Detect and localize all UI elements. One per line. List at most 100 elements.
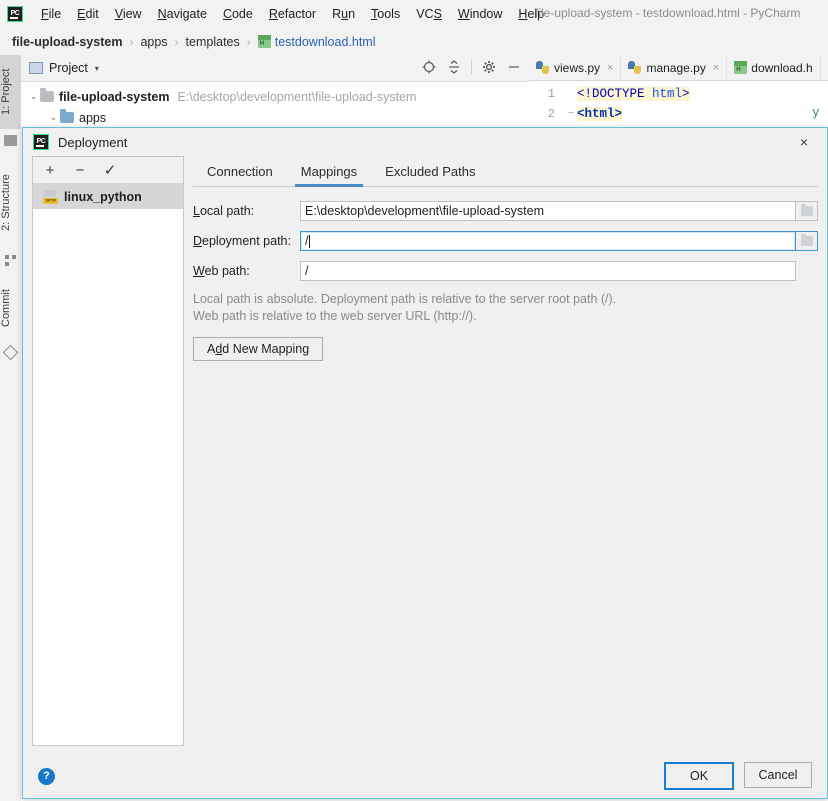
close-icon[interactable]: ×: [795, 133, 813, 151]
pycharm-logo-icon: PC: [7, 6, 23, 22]
deployment-path-input[interactable]: /: [300, 231, 796, 251]
list-item-server[interactable]: linux_python: [33, 184, 183, 209]
server-name-label: linux_python: [64, 189, 142, 204]
deployment-path-browse-button[interactable]: [796, 231, 818, 251]
menu-item-navigate[interactable]: Navigate: [150, 4, 215, 24]
line-number: 1: [547, 87, 555, 101]
local-path-label: Local path:: [193, 204, 255, 218]
use-as-default-button[interactable]: ✓: [103, 163, 117, 178]
project-panel-header: Project ▾: [21, 55, 529, 82]
toolbar-divider: [471, 60, 472, 74]
code-line: 1 <!DOCTYPE html>: [529, 84, 828, 104]
menu-item-tools[interactable]: Tools: [363, 4, 408, 24]
tab-label: views.py: [554, 60, 601, 75]
tree-node-apps[interactable]: ⌄ apps: [21, 107, 529, 128]
folder-icon: [40, 88, 54, 102]
hint-line-2: Web path is relative to the web server U…: [193, 309, 477, 323]
tool-window-rail: 1: Project 2: Structure Commit: [0, 55, 22, 801]
breadcrumb-folder-apps[interactable]: apps: [140, 35, 167, 49]
rail-label-commit: Commit: [0, 289, 12, 327]
window-title: file-upload-system - testdownload.html -…: [535, 6, 801, 20]
tab-download-html[interactable]: download.h: [727, 55, 821, 80]
cancel-button[interactable]: Cancel: [744, 762, 812, 788]
mappings-form: Local path: E:\desktop\development\file-…: [193, 187, 818, 361]
project-tree: ⌄ file-upload-system E:\desktop\developm…: [21, 82, 529, 128]
folder-browse-icon: [800, 204, 813, 216]
dialog-title-bar: PC Deployment ×: [23, 128, 827, 156]
line-number: 2: [547, 107, 555, 121]
web-path-value: /: [305, 264, 309, 278]
menu-item-edit[interactable]: Edit: [69, 4, 107, 24]
server-list-toolbar: + − ✓: [33, 157, 183, 184]
breadcrumb: file-upload-system › apps › templates › …: [0, 28, 828, 55]
ok-button[interactable]: OK: [664, 762, 734, 790]
deployment-dialog: PC Deployment × + − ✓ linux_python: [22, 127, 828, 799]
chevron-expanded-icon[interactable]: ⌄: [27, 91, 40, 102]
tree-node-path: E:\desktop\development\file-upload-syste…: [177, 89, 417, 104]
chevron-expanded-icon[interactable]: ⌄: [47, 112, 60, 123]
code-view[interactable]: 1 <!DOCTYPE html> 2 − <html>: [529, 81, 828, 124]
dialog-body: + − ✓ linux_python Connection Mappings E…: [23, 156, 827, 754]
dialog-title: Deployment: [58, 134, 128, 150]
close-icon[interactable]: ×: [607, 62, 613, 74]
tab-manage-py[interactable]: manage.py ×: [621, 55, 728, 80]
project-panel-actions: [421, 59, 522, 75]
menu-item-refactor[interactable]: Refactor: [261, 4, 324, 24]
menu-item-vcs[interactable]: VCS: [408, 4, 450, 24]
collapse-all-icon[interactable]: [446, 59, 462, 75]
text-caret: [309, 234, 311, 248]
html-file-icon: [257, 35, 271, 48]
sidebar-item-project[interactable]: 1: Project: [0, 55, 21, 129]
menu-item-window[interactable]: Window: [450, 4, 510, 24]
tab-excluded-paths[interactable]: Excluded Paths: [371, 160, 489, 186]
html-file-icon: [734, 61, 748, 74]
hide-panel-icon[interactable]: [506, 59, 522, 75]
editor-tab-bar: views.py × manage.py × download.h: [529, 55, 828, 81]
local-path-value: E:\desktop\development\file-upload-syste…: [305, 204, 545, 218]
sidebar-item-commit[interactable]: Commit: [0, 275, 21, 341]
close-icon[interactable]: ×: [713, 62, 719, 74]
add-new-mapping-button[interactable]: Add New Mapping: [193, 337, 324, 361]
folder-browse-icon: [800, 234, 813, 246]
pycharm-logo-icon: PC: [33, 134, 49, 150]
web-path-label: Web path:: [193, 264, 250, 278]
breadcrumb-file[interactable]: testdownload.html: [275, 35, 376, 49]
code-text: <html>: [577, 107, 623, 121]
python-file-icon: [536, 61, 549, 74]
rail-label-structure: 2: Structure: [0, 174, 12, 232]
menu-bar: PC FFileile Edit View Navigate Code Refa…: [0, 0, 828, 28]
locate-file-icon[interactable]: [421, 59, 437, 75]
menu-item-code[interactable]: Code: [215, 4, 261, 24]
python-file-icon: [628, 61, 642, 74]
local-path-input[interactable]: E:\desktop\development\file-upload-syste…: [300, 201, 796, 221]
fold-marker[interactable]: −: [565, 109, 577, 120]
tab-mappings[interactable]: Mappings: [287, 160, 371, 187]
module-folder-icon: [60, 109, 74, 123]
menu-item-view[interactable]: View: [107, 4, 150, 24]
remove-server-button[interactable]: −: [73, 163, 87, 178]
tab-views-py[interactable]: views.py ×: [529, 55, 622, 80]
breadcrumb-folder-templates[interactable]: templates: [186, 35, 240, 49]
code-text: <!DOCTYPE html>: [577, 87, 690, 101]
structure-icon: [5, 255, 16, 266]
project-panel-title: Project: [49, 61, 88, 75]
menu-item-run[interactable]: Run: [324, 4, 363, 24]
tab-connection[interactable]: Connection: [193, 160, 287, 186]
chevron-down-icon[interactable]: ▾: [95, 64, 99, 73]
menu-item-file[interactable]: FFileile: [33, 4, 69, 24]
project-folder-icon: [4, 135, 17, 146]
web-path-input[interactable]: /: [300, 261, 796, 281]
rail-label-project: 1: Project: [0, 68, 12, 116]
server-list-panel: + − ✓ linux_python: [32, 156, 184, 746]
deployment-path-label: Deployment path:: [193, 234, 291, 248]
breadcrumb-project[interactable]: file-upload-system: [12, 35, 122, 49]
settings-gear-icon[interactable]: [481, 59, 497, 75]
tree-node-label: file-upload-system: [59, 89, 170, 104]
add-server-button[interactable]: +: [43, 163, 57, 178]
deployment-path-value: /: [305, 234, 309, 248]
tree-node-project-root[interactable]: ⌄ file-upload-system E:\desktop\developm…: [21, 86, 529, 107]
local-path-browse-button[interactable]: [796, 201, 818, 221]
help-icon[interactable]: ?: [38, 767, 55, 785]
sftp-server-icon: [43, 189, 58, 204]
sidebar-item-structure[interactable]: 2: Structure: [0, 157, 21, 249]
